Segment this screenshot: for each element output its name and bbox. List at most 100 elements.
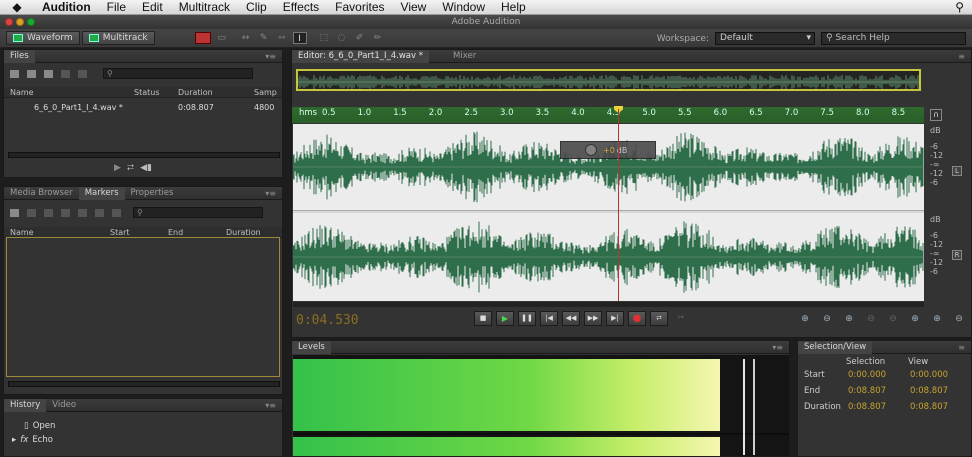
- tab-properties[interactable]: Properties: [125, 187, 180, 200]
- loop-preview-icon[interactable]: ⮂: [127, 163, 134, 173]
- autoplay-icon[interactable]: ◀▮: [140, 163, 152, 173]
- spectral-pitch-icon[interactable]: ▭: [215, 32, 229, 44]
- zoom-out-time-icon[interactable]: ⊖: [863, 313, 879, 326]
- pause-button[interactable]: ❚❚: [518, 311, 536, 326]
- panel-menu-icon[interactable]: ▾≡: [772, 341, 783, 354]
- open-file-icon[interactable]: [10, 69, 19, 78]
- view-duration-field[interactable]: 0:08.807: [910, 402, 948, 412]
- spectral-frequency-icon[interactable]: [194, 32, 211, 44]
- menu-effects[interactable]: Effects: [275, 0, 327, 14]
- zoom-out-full-icon[interactable]: ⊖: [885, 313, 901, 326]
- zoom-out-point-icon[interactable]: ⊖: [951, 313, 967, 326]
- col-end[interactable]: End: [168, 228, 226, 237]
- menu-app-name[interactable]: Audition: [34, 0, 99, 14]
- waveform-view-button[interactable]: Waveform: [6, 31, 80, 45]
- brush-tool-icon[interactable]: ✐: [353, 32, 367, 44]
- menu-clip[interactable]: Clip: [238, 0, 275, 14]
- new-file-icon[interactable]: [44, 69, 53, 78]
- insert-into-multitrack-icon[interactable]: [61, 69, 70, 78]
- insert-marker-icon[interactable]: [78, 208, 87, 217]
- channel-left-toggle[interactable]: L: [952, 166, 962, 176]
- razor-tool-icon[interactable]: ✎: [257, 32, 271, 44]
- marquee-tool-icon[interactable]: ⬚: [317, 32, 331, 44]
- tab-markers[interactable]: Markers: [78, 186, 125, 200]
- tab-selection-view[interactable]: Selection/View: [798, 340, 873, 354]
- hud-volume-value[interactable]: +0: [603, 146, 615, 155]
- zoom-in-time-icon[interactable]: ⊕: [841, 313, 857, 326]
- tab-files[interactable]: Files: [4, 49, 35, 63]
- menu-favorites[interactable]: Favorites: [327, 0, 392, 14]
- slip-tool-icon[interactable]: ⇿: [275, 32, 289, 44]
- go-to-start-button[interactable]: |◀: [540, 311, 558, 326]
- export-marker-icon[interactable]: [61, 208, 70, 217]
- files-horizontal-scrollbar[interactable]: [8, 152, 280, 158]
- col-duration[interactable]: Duration: [178, 88, 254, 97]
- multitrack-view-button[interactable]: Multitrack: [81, 31, 155, 45]
- zoom-selection-icon[interactable]: ⊕: [929, 313, 945, 326]
- zoom-in-amplitude-icon[interactable]: ⊕: [797, 313, 813, 326]
- loop-button[interactable]: ⮂: [650, 311, 668, 326]
- import-file-icon[interactable]: [27, 69, 36, 78]
- hud-volume-control[interactable]: +0 dB: [560, 141, 656, 159]
- col-duration[interactable]: Duration: [226, 228, 261, 237]
- headphones-icon[interactable]: ∩: [930, 109, 942, 121]
- panel-menu-icon[interactable]: ≡: [958, 341, 965, 354]
- tab-video[interactable]: Video: [46, 399, 82, 412]
- current-time-display[interactable]: 0:04.530: [296, 313, 359, 328]
- menu-edit[interactable]: Edit: [134, 0, 171, 14]
- search-help-input[interactable]: ⚲ Search Help: [821, 32, 966, 45]
- markers-list[interactable]: [6, 237, 280, 377]
- menu-help[interactable]: Help: [493, 0, 534, 14]
- play-button[interactable]: ▶: [496, 311, 514, 326]
- menu-multitrack[interactable]: Multitrack: [171, 0, 238, 14]
- spot-healing-tool-icon[interactable]: ✏: [371, 32, 385, 44]
- selection-duration-field[interactable]: 0:08.807: [848, 402, 886, 412]
- file-row[interactable]: 6_6_0_Part1_I_4.wav * 0:08.807 4800: [4, 102, 282, 113]
- move-tool-icon[interactable]: ↔: [239, 32, 253, 44]
- waveform-right-channel[interactable]: [293, 213, 924, 301]
- history-item[interactable]: ▯ Open: [24, 421, 55, 431]
- merge-marker-icon[interactable]: [44, 208, 53, 217]
- lasso-tool-icon[interactable]: ◌: [335, 32, 349, 44]
- panel-menu-icon[interactable]: ▾≡: [265, 399, 276, 412]
- tab-levels[interactable]: Levels: [292, 340, 331, 354]
- col-name[interactable]: Name: [4, 228, 110, 237]
- selection-end-field[interactable]: 0:08.807: [848, 386, 886, 396]
- panel-menu-icon[interactable]: ▾≡: [265, 50, 276, 63]
- editor-horizontal-scrollbar[interactable]: [293, 302, 924, 307]
- tab-mixer[interactable]: Mixer: [447, 50, 482, 63]
- apple-icon[interactable]: ◆: [0, 0, 34, 14]
- view-end-field[interactable]: 0:08.807: [910, 386, 948, 396]
- col-status[interactable]: Status: [134, 88, 178, 97]
- zoom-out-amplitude-icon[interactable]: ⊖: [819, 313, 835, 326]
- delete-marker-icon[interactable]: [27, 208, 36, 217]
- time-selection-tool-icon[interactable]: I: [292, 32, 307, 44]
- batch-icon[interactable]: [112, 208, 121, 217]
- volume-knob-icon[interactable]: [585, 144, 597, 156]
- panel-menu-icon[interactable]: ▾≡: [265, 187, 276, 200]
- col-start[interactable]: Start: [110, 228, 168, 237]
- channel-right-toggle[interactable]: R: [952, 250, 962, 260]
- menu-window[interactable]: Window: [434, 0, 493, 14]
- col-name[interactable]: Name: [4, 88, 134, 97]
- rewind-button[interactable]: ◀◀: [562, 311, 580, 326]
- close-file-icon[interactable]: [78, 69, 87, 78]
- add-marker-icon[interactable]: [10, 208, 19, 217]
- tab-media-browser[interactable]: Media Browser: [4, 187, 79, 200]
- tab-editor[interactable]: Editor: 6_6_0_Part1_I_4.wav *: [292, 49, 429, 63]
- markers-search-input[interactable]: ⚲: [133, 207, 263, 218]
- stop-button[interactable]: ■: [474, 311, 492, 326]
- time-ruler[interactable]: hms 0.5 1.0 1.5 2.0 2.5 3.0 3.5 4.0 4.5 5.0 5.5 6.0…: [292, 107, 924, 123]
- history-item[interactable]: ▸ fx Echo: [12, 435, 53, 445]
- play-preview-icon[interactable]: ▶: [114, 163, 121, 173]
- menu-file[interactable]: File: [99, 0, 134, 14]
- markers-horizontal-scrollbar[interactable]: [8, 381, 280, 387]
- spotlight-search-icon[interactable]: ⚲: [955, 0, 964, 14]
- workspace-dropdown[interactable]: Default: [715, 32, 815, 45]
- waveform-overview[interactable]: [296, 69, 921, 91]
- record-button[interactable]: ●: [628, 311, 646, 326]
- panel-menu-icon[interactable]: ≡: [958, 50, 965, 63]
- fast-forward-button[interactable]: ▶▶: [584, 311, 602, 326]
- menu-view[interactable]: View: [393, 0, 435, 14]
- tab-history[interactable]: History: [4, 398, 47, 412]
